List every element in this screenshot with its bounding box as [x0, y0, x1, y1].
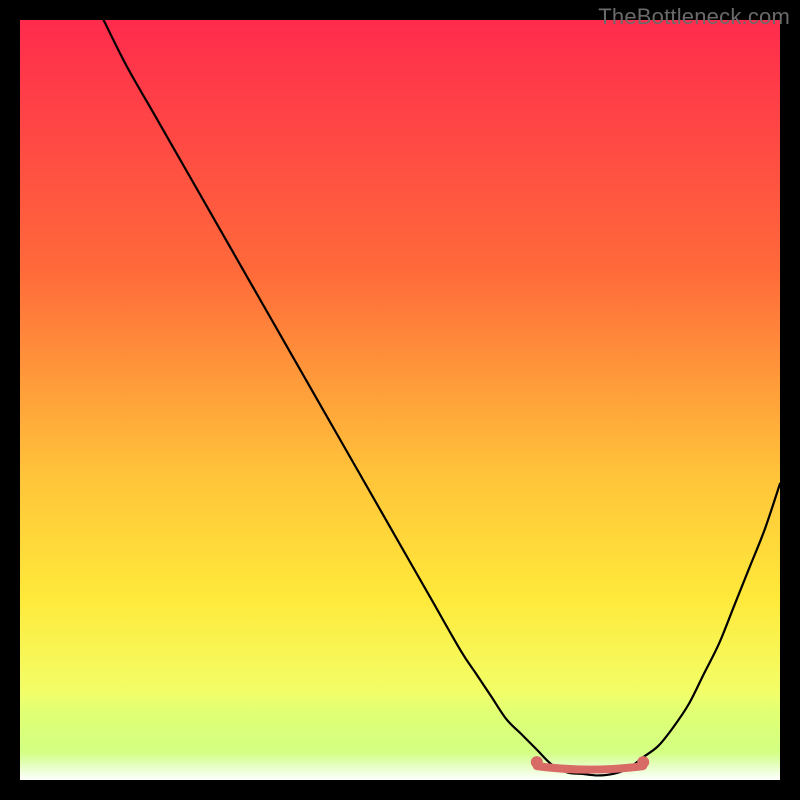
series-curve	[104, 20, 780, 775]
plot-area	[20, 20, 780, 780]
watermark-text: TheBottleneck.com	[598, 4, 790, 30]
chart-svg	[20, 20, 780, 780]
chart-stage: TheBottleneck.com	[0, 0, 800, 800]
